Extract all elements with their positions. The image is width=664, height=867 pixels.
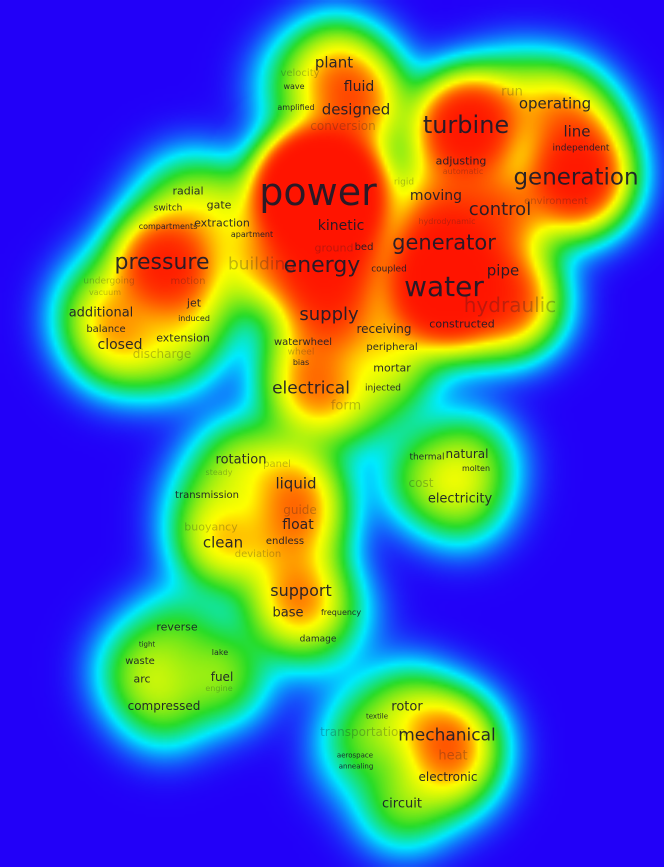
term-label-generator[interactable]: generator <box>392 232 496 254</box>
term-label-conversion[interactable]: conversion <box>310 120 376 132</box>
term-label-vacuum[interactable]: vacuum <box>89 289 121 297</box>
term-label-radial[interactable]: radial <box>172 186 203 197</box>
term-label-circuit[interactable]: circuit <box>382 798 422 811</box>
term-label-velocity[interactable]: velocity <box>280 69 319 79</box>
term-label-electricity[interactable]: electricity <box>428 493 492 506</box>
term-label-tight[interactable]: tight <box>139 641 155 649</box>
term-label-kinetic[interactable]: kinetic <box>318 219 365 233</box>
term-label-steady[interactable]: steady <box>206 469 233 477</box>
density-map[interactable]: plant velocity fluid wave designed amplified c… <box>0 0 664 867</box>
term-label-float[interactable]: float <box>282 518 313 532</box>
term-label-adjusting[interactable]: adjusting <box>436 156 487 167</box>
term-label-rotation[interactable]: rotation <box>216 454 267 467</box>
term-label-injected[interactable]: injected <box>365 384 401 394</box>
term-label-apartment[interactable]: apartment <box>231 231 273 239</box>
term-label-jet[interactable]: jet <box>187 298 201 309</box>
term-label-turbine[interactable]: turbine <box>423 113 509 137</box>
term-label-buoyancy[interactable]: buoyancy <box>184 522 237 533</box>
term-label-control[interactable]: control <box>469 201 531 219</box>
term-label-generation[interactable]: generation <box>513 166 638 190</box>
term-label-energy[interactable]: energy <box>284 255 361 277</box>
term-label-textile[interactable]: textile <box>366 713 388 721</box>
term-label-guide[interactable]: guide <box>283 504 317 516</box>
term-label-hydrodynamic[interactable]: hydrodynamic <box>418 218 475 226</box>
term-label-bed[interactable]: bed <box>355 243 374 253</box>
term-label-ground[interactable]: ground <box>315 243 354 254</box>
term-label-automatic[interactable]: automatic <box>443 168 483 176</box>
term-label-constructed[interactable]: constructed <box>429 319 494 330</box>
term-label-plant[interactable]: plant <box>315 55 353 71</box>
term-label-mortar[interactable]: mortar <box>373 363 411 374</box>
term-label-deviation[interactable]: deviation <box>235 550 281 560</box>
term-label-support[interactable]: support <box>270 583 331 599</box>
term-label-frequency[interactable]: frequency <box>321 609 361 617</box>
term-label-switch[interactable]: switch <box>154 204 183 214</box>
term-label-moving[interactable]: moving <box>410 189 462 203</box>
term-label-panel[interactable]: panel <box>263 460 291 470</box>
term-label-arc[interactable]: arc <box>133 674 150 685</box>
term-label-form[interactable]: form <box>331 400 361 413</box>
term-label-rotor[interactable]: rotor <box>391 701 422 714</box>
term-label-aerospace[interactable]: aerospace <box>337 752 373 760</box>
term-label-annealing[interactable]: annealing <box>339 763 374 771</box>
term-label-liquid[interactable]: liquid <box>275 476 316 492</box>
term-label-thermal[interactable]: thermal <box>409 453 444 463</box>
term-label-natural[interactable]: natural <box>446 448 489 460</box>
term-label-compartments[interactable]: compartments <box>139 223 198 231</box>
term-label-molten[interactable]: molten <box>462 465 490 473</box>
term-label-pressure[interactable]: pressure <box>114 252 209 274</box>
term-label-reverse[interactable]: reverse <box>156 622 197 633</box>
term-label-induced[interactable]: induced <box>178 315 210 323</box>
term-label-line[interactable]: line <box>563 124 590 140</box>
term-label-operating[interactable]: operating <box>519 96 591 112</box>
term-label-receiving[interactable]: receiving <box>356 323 411 335</box>
term-label-amplified[interactable]: amplified <box>277 104 314 112</box>
term-label-additional[interactable]: additional <box>69 307 134 320</box>
term-label-supply[interactable]: supply <box>299 306 358 324</box>
term-label-waste[interactable]: waste <box>125 657 155 667</box>
term-label-transmission[interactable]: transmission <box>175 491 239 501</box>
term-label-engine[interactable]: engine <box>205 685 232 693</box>
term-label-gate[interactable]: gate <box>207 200 232 211</box>
term-label-extraction[interactable]: extraction <box>194 218 250 229</box>
term-label-motion[interactable]: motion <box>170 277 205 287</box>
term-label-discharge[interactable]: discharge <box>133 348 191 360</box>
term-label-environment[interactable]: environment <box>524 197 588 207</box>
term-label-transportation[interactable]: transportation <box>320 726 406 738</box>
term-label-independent[interactable]: independent <box>553 144 610 154</box>
term-label-wave[interactable]: wave <box>283 83 304 91</box>
term-label-designed[interactable]: designed <box>322 102 391 118</box>
term-label-lake[interactable]: lake <box>212 649 228 657</box>
term-label-peripheral[interactable]: peripheral <box>366 343 417 353</box>
term-label-bias[interactable]: bias <box>293 359 309 367</box>
term-label-pipe[interactable]: pipe <box>487 263 519 279</box>
term-label-hydraulic[interactable]: hydraulic <box>464 295 556 315</box>
term-label-undergoing[interactable]: undergoing <box>83 277 134 287</box>
term-label-mechanical[interactable]: mechanical <box>398 727 496 745</box>
term-label-fluid[interactable]: fluid <box>344 80 374 94</box>
term-label-fuel[interactable]: fuel <box>211 671 234 683</box>
term-label-balance[interactable]: balance <box>86 325 125 335</box>
term-label-electronic[interactable]: electronic <box>419 771 478 783</box>
term-label-damage[interactable]: damage <box>300 635 337 645</box>
term-label-electrical[interactable]: electrical <box>272 380 350 398</box>
term-label-base[interactable]: base <box>273 607 304 620</box>
term-label-compressed[interactable]: compressed <box>128 700 201 712</box>
term-label-rigid[interactable]: rigid <box>394 178 414 188</box>
term-label-power[interactable]: power <box>259 173 376 211</box>
term-label-heat[interactable]: heat <box>438 750 467 763</box>
term-label-wheel[interactable]: wheel <box>288 348 315 358</box>
term-label-coupled[interactable]: coupled <box>371 265 407 275</box>
term-label-waterwheel[interactable]: waterwheel <box>274 338 332 348</box>
term-label-endless[interactable]: endless <box>266 537 304 547</box>
term-label-cost[interactable]: cost <box>409 477 434 489</box>
term-label-extension[interactable]: extension <box>156 333 210 344</box>
